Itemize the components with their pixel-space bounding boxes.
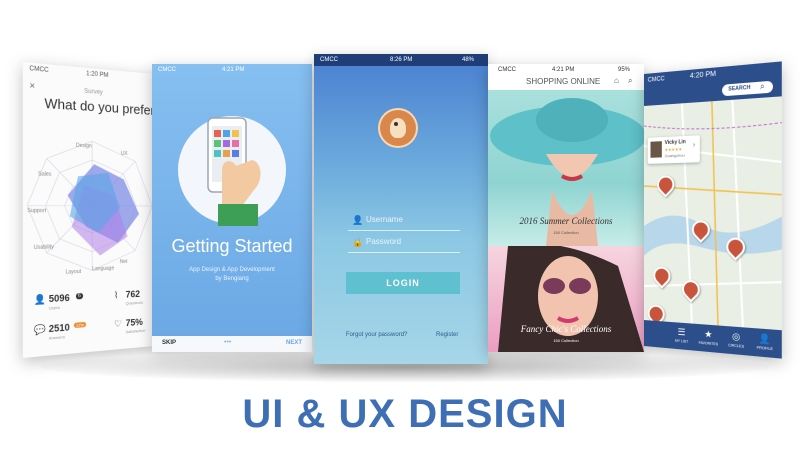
stat-badge: 12%	[74, 322, 86, 328]
login-button[interactable]: LOGIN	[346, 272, 460, 294]
status-bar: CMCC 4:21 PM	[152, 64, 312, 76]
stat-value: 762	[126, 289, 140, 300]
city-map[interactable]	[644, 96, 782, 330]
stat-badge: 6	[76, 293, 83, 300]
chat-icon: 💬	[34, 324, 46, 337]
survey-question: What do you prefer ?	[44, 95, 154, 119]
stat-label: Questions	[126, 300, 143, 306]
collection-title: 2016 Summer Collections	[488, 216, 644, 226]
nav-profile[interactable]: 👤 PROFILE	[750, 328, 779, 359]
radar-axis-label: Layout	[66, 269, 81, 276]
clip-icon: ⌇	[114, 290, 118, 302]
search-label: SEARCH	[728, 85, 750, 93]
carrier-label: CMCC	[648, 72, 665, 88]
search-icon[interactable]: ⌕	[760, 81, 765, 92]
getting-started-title: Getting Started	[152, 236, 312, 257]
stat-label: Satisfaction	[126, 328, 146, 335]
circles-icon: ◎	[722, 328, 750, 345]
radar-axis-label: Net	[120, 259, 128, 265]
list-icon: ☰	[669, 324, 695, 340]
lock-icon: 🔒	[352, 237, 363, 248]
nav-favorites[interactable]: ★ FAVORITES	[695, 324, 722, 353]
battery-label: 48%	[462, 54, 474, 66]
radar-axis-label: Usability	[34, 244, 54, 251]
profile-location: Guangzhou	[665, 152, 685, 158]
time-label: 4:21 PM	[552, 64, 574, 76]
bag-icon[interactable]: ⌂	[614, 76, 619, 85]
nav-label: PROFILE	[757, 346, 773, 352]
radar-axis-label: UX	[121, 151, 128, 157]
login-phone: CMCC 8:26 PM 48% 👤 Username 🔒 Password L…	[314, 54, 488, 364]
sunglasses-model-image	[488, 246, 644, 352]
onboarding-footer: SKIP ••• NEXT	[152, 336, 312, 352]
map-phone: CMCC 4:20 PM SEARCH ⌕ Vicky Lin ★★★★★ Gu…	[644, 61, 782, 358]
username-underline	[348, 230, 460, 231]
nav-label: CIRCLES	[728, 343, 744, 349]
stat-label: Users	[49, 305, 60, 311]
skip-button[interactable]: SKIP	[162, 340, 176, 346]
collection-count: 150 Collection	[488, 338, 644, 343]
carrier-label: CMCC	[498, 64, 516, 76]
nav-circles[interactable]: ◎ CIRCLES	[722, 326, 750, 356]
shopping-phone: CMCC 4:21 PM 95% SHOPPING ONLINE ⌂ ⌕ 201…	[488, 64, 644, 352]
user-icon: 👤	[352, 215, 363, 226]
stat-label: Answers	[49, 334, 65, 341]
collection-card-summer[interactable]: 2016 Summer Collections 150 Collection	[488, 90, 644, 246]
showcase-stage: CMCC 1:20 PM × Survey What do you prefer…	[0, 0, 810, 456]
profile-icon: 👤	[750, 330, 779, 347]
page-dots: •••	[224, 339, 231, 346]
collection-count: 150 Collection	[488, 230, 644, 235]
subtitle-line-2: by Bengiang	[152, 276, 312, 282]
status-bar: CMCC 1:20 PM	[23, 62, 154, 86]
nav-my-list[interactable]: ☰ MY LIST	[669, 322, 695, 351]
time-label: 4:21 PM	[222, 64, 244, 76]
avatar	[651, 141, 662, 158]
battery-label: 95%	[618, 64, 630, 76]
collection-title: Fancy Chic's Collections	[488, 324, 644, 334]
register-link[interactable]: Register	[436, 332, 458, 338]
stat-value: 5096	[49, 292, 70, 304]
heart-icon: ♡	[114, 318, 122, 330]
chevron-right-icon[interactable]: ›	[693, 142, 695, 149]
carrier-label: CMCC	[29, 63, 48, 78]
status-bar: CMCC 4:21 PM 95%	[488, 64, 644, 76]
stat-value: 2510	[49, 322, 70, 334]
radar-axis-label: Design	[76, 143, 92, 150]
radar-chart	[25, 130, 154, 282]
carrier-label: CMCC	[158, 64, 176, 76]
profile-rating: ★★★★★	[665, 146, 682, 152]
radar-axis-label: Sales	[38, 171, 51, 178]
profile-popup[interactable]: Vicky Lin ★★★★★ Guangzhou ›	[648, 135, 700, 164]
collection-card-fancy[interactable]: Fancy Chic's Collections 150 Collection	[488, 246, 644, 352]
radar-axis-label: Support	[27, 208, 46, 215]
next-button[interactable]: NEXT	[286, 340, 302, 346]
profile-name: Vicky Lin	[665, 139, 686, 146]
getting-started-phone: CMCC 4:21 PM Getting Started App Design …	[152, 64, 312, 352]
search-box[interactable]: SEARCH ⌕	[722, 81, 773, 97]
time-label: 8:26 PM	[390, 54, 412, 66]
radar-axis-label: Language	[92, 265, 114, 272]
survey-phone: CMCC 1:20 PM × Survey What do you prefer…	[23, 62, 154, 358]
stat-value: 75%	[126, 317, 143, 328]
forgot-password-link[interactable]: Forgot your password?	[346, 332, 407, 338]
user-icon: 👤	[34, 294, 46, 307]
nav-label: FAVORITES	[699, 341, 719, 347]
password-field[interactable]: Password	[366, 237, 401, 246]
phone-in-hand-illustration	[192, 110, 276, 228]
password-underline	[348, 252, 460, 253]
username-field[interactable]: Username	[366, 215, 403, 224]
carrier-label: CMCC	[320, 54, 338, 66]
survey-label: Survey	[84, 89, 103, 97]
time-label: 1:20 PM	[86, 68, 108, 82]
close-icon[interactable]: ×	[29, 80, 35, 91]
status-bar: CMCC 8:26 PM 48%	[314, 54, 488, 66]
bird-logo-icon	[378, 108, 418, 148]
page-title: UI & UX DESIGN	[0, 392, 810, 437]
search-icon[interactable]: ⌕	[628, 76, 632, 86]
subtitle-line-1: App Design & App Development	[152, 267, 312, 273]
shop-title: SHOPPING ONLINE	[526, 77, 600, 86]
nav-label: MY LIST	[675, 339, 688, 344]
